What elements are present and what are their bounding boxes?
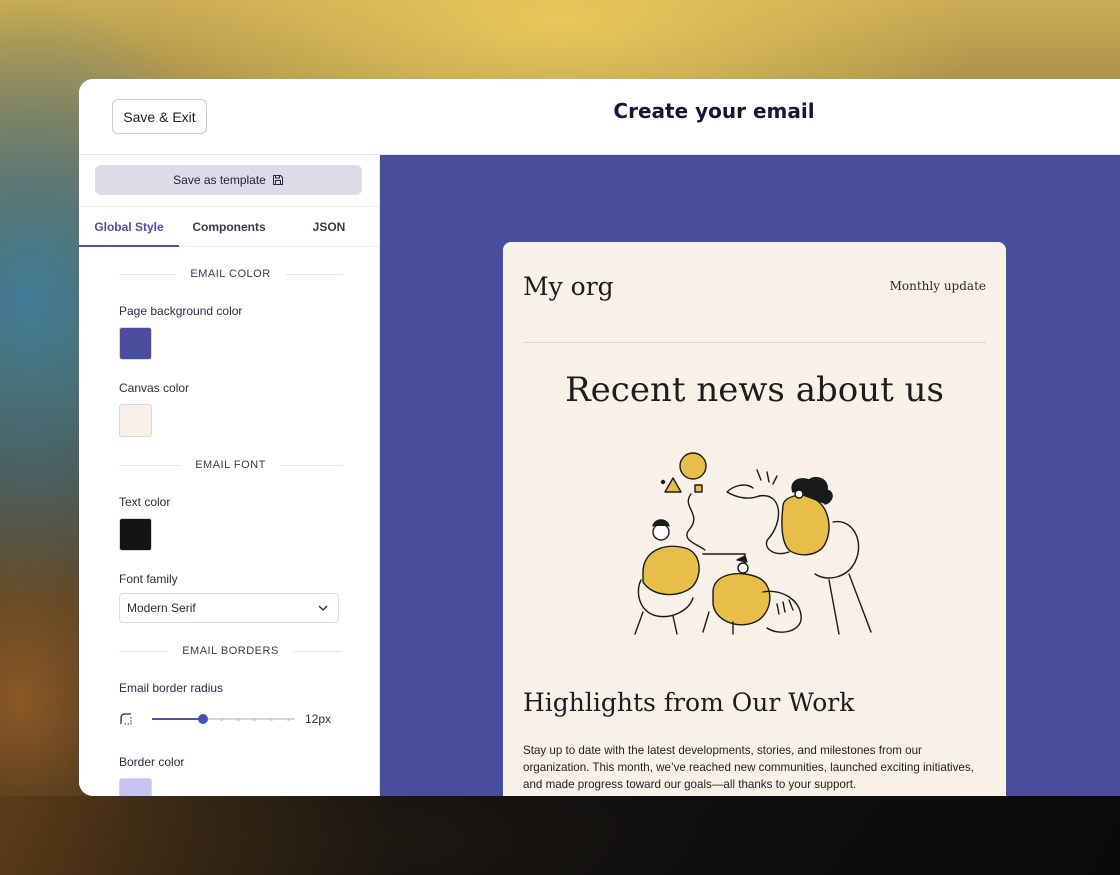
font-family-label: Font family — [119, 572, 178, 586]
chevron-down-icon — [318, 605, 328, 611]
canvas-color-label: Canvas color — [119, 381, 190, 395]
top-bar: Save & Exit Create your email — [79, 79, 1120, 155]
email-body-text[interactable]: Stay up to date with the latest developm… — [523, 742, 986, 793]
email-canvas: My org Monthly update Recent news about … — [380, 155, 1120, 796]
tab-json[interactable]: JSON — [279, 207, 379, 246]
tab-global-style[interactable]: Global Style — [79, 207, 179, 247]
save-exit-button[interactable]: Save & Exit — [112, 99, 207, 134]
email-headline[interactable]: Recent news about us — [503, 370, 1006, 410]
page-background-color-swatch[interactable] — [119, 327, 152, 360]
floppy-disk-icon — [272, 175, 283, 185]
divider-line — [119, 273, 177, 275]
save-as-template-button[interactable]: Save as template — [95, 165, 362, 195]
section-email-borders: EMAIL BORDERS — [119, 644, 342, 658]
border-color-swatch[interactable] — [119, 778, 152, 796]
slider-fill — [152, 718, 204, 720]
text-color-label: Text color — [119, 495, 171, 509]
email-org-name[interactable]: My org — [523, 272, 614, 301]
section-email-color: EMAIL COLOR — [119, 267, 342, 281]
slider-tick — [286, 717, 290, 721]
slider-tick — [236, 717, 240, 721]
page-background-color-label: Page background color — [119, 304, 243, 318]
divider-line — [119, 650, 169, 652]
email-border-radius-label: Email border radius — [119, 681, 224, 695]
slider-thumb[interactable] — [198, 714, 209, 724]
border-color-label: Border color — [119, 755, 185, 769]
sidebar: Save as template Global Style Components… — [79, 155, 380, 796]
email-preview[interactable]: My org Monthly update Recent news about … — [503, 242, 1006, 796]
page-title: Create your email — [613, 99, 815, 123]
border-radius-icon — [120, 713, 132, 725]
email-divider[interactable] — [523, 342, 986, 343]
people-collaborating-illustration[interactable] — [633, 452, 878, 642]
divider-line — [284, 273, 342, 275]
app-window: Save & Exit Create your email Save as te… — [79, 79, 1120, 796]
style-tabs: Global Style Components JSON — [79, 206, 379, 247]
slider-tick — [253, 717, 257, 721]
background-blur — [0, 796, 1120, 875]
font-family-select[interactable]: Modern Serif — [119, 593, 339, 623]
canvas-color-swatch[interactable] — [119, 404, 152, 437]
divider-line — [119, 464, 182, 466]
divider-line — [292, 650, 342, 652]
font-family-value: Modern Serif — [127, 601, 196, 615]
divider-line — [279, 464, 343, 466]
section-email-font: EMAIL FONT — [119, 458, 343, 472]
text-color-swatch[interactable] — [119, 518, 152, 551]
slider-tick — [220, 717, 224, 721]
border-radius-slider[interactable] — [152, 714, 295, 724]
tab-components[interactable]: Components — [179, 207, 279, 246]
border-radius-value: 12px — [305, 712, 332, 726]
border-radius-slider-row: 12px — [119, 709, 349, 729]
email-subheadline[interactable]: Highlights from Our Work — [523, 688, 854, 717]
slider-tick — [270, 717, 274, 721]
section-title: EMAIL FONT — [195, 459, 266, 471]
email-tagline[interactable]: Monthly update — [890, 279, 986, 293]
section-title: EMAIL COLOR — [190, 268, 271, 280]
section-title: EMAIL BORDERS — [182, 645, 279, 657]
save-as-template-label: Save as template — [173, 173, 266, 187]
